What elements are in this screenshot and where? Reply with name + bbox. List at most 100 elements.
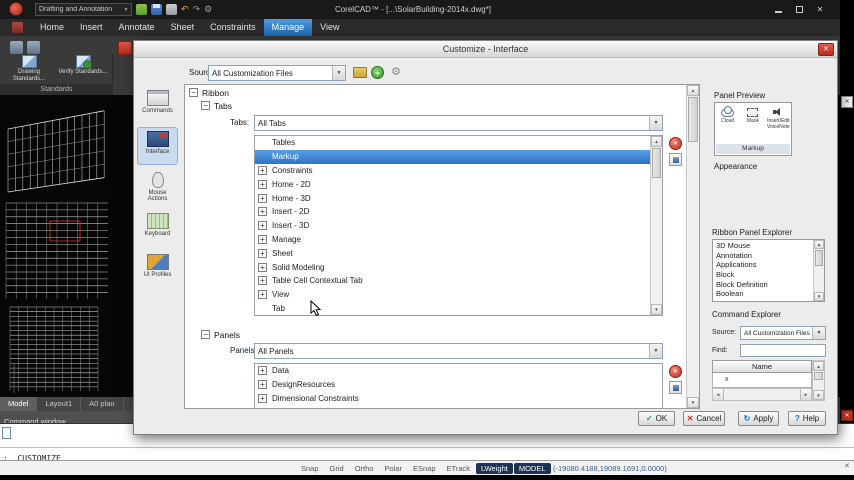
expand-icon[interactable]: +: [258, 179, 267, 189]
command-row[interactable]: x: [725, 376, 729, 383]
edit-panel-button[interactable]: [669, 381, 682, 394]
tab-item-sheet[interactable]: + Sheet: [255, 246, 650, 260]
menu-tab-constraints[interactable]: Constraints: [202, 19, 264, 36]
ce-source-dropdown[interactable]: All Customization Files ▼: [740, 326, 826, 340]
ribbon-tool-icon[interactable]: [10, 41, 23, 54]
expand-icon[interactable]: +: [258, 193, 267, 203]
ribbon-button-verify-standards[interactable]: Verify Standards...: [58, 54, 108, 84]
status-toggle-model[interactable]: MODEL: [513, 463, 551, 474]
panel-item-dimensional-constraints[interactable]: + Dimensional Constraints: [255, 392, 662, 406]
scrollbar-track[interactable]: [724, 389, 800, 400]
scrollbar-thumb[interactable]: [652, 148, 661, 178]
sidebar-item-interface[interactable]: Interface: [137, 127, 178, 165]
redo-icon[interactable]: ↷: [193, 4, 201, 15]
panel-close-icon[interactable]: ✕: [841, 410, 853, 421]
remove-panel-button[interactable]: ✕: [669, 365, 682, 378]
minimize-button[interactable]: [772, 4, 784, 15]
app-menu-icon[interactable]: [12, 22, 23, 33]
command-input[interactable]: : _CUSTOMIZE: [0, 447, 854, 463]
status-toggle-polar[interactable]: Polar: [379, 463, 407, 474]
chevron-down-icon[interactable]: ▼: [649, 116, 662, 130]
tab-item-table-cell-contextual-tab[interactable]: + Table Cell Contextual Tab: [255, 274, 650, 288]
menu-tab-manage[interactable]: Manage: [263, 19, 313, 36]
doc-tab-layout1[interactable]: Layout1: [37, 397, 82, 411]
explorer-item-annotation[interactable]: Annotation: [713, 251, 813, 261]
preview-button-cloud[interactable]: Cloud: [715, 103, 740, 143]
tab-item-home-3d[interactable]: + Home - 3D: [255, 191, 650, 205]
tabs-list-scrollbar[interactable]: ▲ ▼: [650, 136, 662, 315]
save-icon[interactable]: [151, 4, 162, 15]
edit-tab-button[interactable]: [669, 153, 682, 166]
tab-item-manage[interactable]: + Manage: [255, 233, 650, 247]
status-toggle-etrack[interactable]: ETrack: [442, 463, 475, 474]
collapse-icon[interactable]: −: [201, 101, 210, 110]
chevron-down-icon[interactable]: ▼: [649, 344, 662, 358]
tree-node-tabs[interactable]: − Tabs: [201, 100, 232, 111]
explorer-item-applications[interactable]: Applications: [713, 260, 813, 270]
tree-node-panels[interactable]: − Panels: [201, 329, 240, 340]
sidebar-item-commands[interactable]: Commands: [137, 86, 178, 124]
preview-button-insert-edit-voicenote[interactable]: Insert/Edit VoiceNote: [766, 103, 791, 143]
status-toggle-grid[interactable]: Grid: [325, 463, 349, 474]
explorer-item-boolean[interactable]: Boolean: [713, 289, 813, 299]
status-toggle-ortho[interactable]: Ortho: [350, 463, 379, 474]
panel-item-data[interactable]: + Data: [255, 364, 662, 378]
preview-button-mask[interactable]: Mask: [740, 103, 765, 143]
dialog-close-button[interactable]: ✕: [818, 43, 834, 56]
scroll-down-icon[interactable]: ▼: [813, 390, 824, 400]
workspace-selector[interactable]: Drafting and Annotation ▼: [35, 3, 132, 16]
print-icon[interactable]: [166, 4, 177, 15]
expand-icon[interactable]: +: [258, 248, 267, 258]
scrollbar-thumb[interactable]: [688, 97, 698, 142]
tab-item-markup[interactable]: Markup: [255, 149, 650, 164]
doc-tab-a0-plan[interactable]: A0 plan: [81, 397, 124, 411]
close-button[interactable]: ✕: [814, 4, 826, 15]
expand-icon[interactable]: +: [258, 393, 267, 403]
expand-icon[interactable]: +: [258, 207, 267, 217]
interface-ribbon-icon[interactable]: [118, 41, 132, 55]
collapse-icon[interactable]: −: [189, 88, 198, 97]
menu-tab-insert[interactable]: Insert: [72, 19, 111, 36]
menu-tab-view[interactable]: View: [312, 19, 347, 36]
find-input[interactable]: [740, 344, 826, 357]
tab-item-solid-modeling[interactable]: + Solid Modeling: [255, 260, 650, 274]
ribbon-tool-icon[interactable]: [27, 41, 40, 54]
gear-icon[interactable]: ⚙: [391, 66, 401, 79]
expand-icon[interactable]: +: [258, 221, 267, 231]
scroll-up-icon[interactable]: ▲: [687, 85, 699, 96]
scroll-up-icon[interactable]: ▲: [651, 136, 662, 147]
sidebar-item-mouse-actions[interactable]: Mouse Actions: [137, 168, 178, 206]
scroll-right-icon[interactable]: ►: [800, 389, 811, 400]
expand-icon[interactable]: +: [258, 262, 267, 272]
chevron-down-icon[interactable]: ▼: [812, 327, 825, 339]
expand-icon[interactable]: +: [258, 234, 267, 244]
menu-tab-home[interactable]: Home: [32, 19, 72, 36]
apply-button[interactable]: ↻ Apply: [738, 411, 779, 426]
tab-item-home-2d[interactable]: + Home - 2D: [255, 177, 650, 191]
scrollbar-thumb[interactable]: [815, 250, 823, 266]
tabs-filter-dropdown[interactable]: All Tabs ▼: [254, 115, 663, 131]
expand-icon[interactable]: +: [258, 165, 267, 175]
palette-close-icon[interactable]: ✕: [841, 96, 853, 108]
scrollbar-track[interactable]: [687, 96, 699, 397]
scrollbar-track[interactable]: [651, 147, 662, 304]
settings-icon[interactable]: ⚙: [204, 4, 212, 15]
explorer-item-block-definition[interactable]: Block Definition: [713, 280, 813, 290]
explorer-item-block[interactable]: Block: [713, 270, 813, 280]
status-toggle-snap[interactable]: Snap: [296, 463, 324, 474]
open-file-icon[interactable]: [353, 67, 367, 78]
scroll-up-icon[interactable]: ▲: [813, 361, 824, 371]
tab-item-insert-2d[interactable]: + Insert - 2D: [255, 205, 650, 219]
add-file-icon[interactable]: +: [371, 66, 384, 79]
collapse-icon[interactable]: −: [201, 330, 210, 339]
doc-tab-model[interactable]: Model: [0, 397, 38, 411]
scrollbar-thumb[interactable]: [814, 372, 823, 380]
ribbon-button-drawing-standards[interactable]: Drawing Standards...: [4, 54, 54, 84]
sidebar-item-ui-profiles[interactable]: UI Profiles: [137, 250, 178, 288]
main-scrollbar[interactable]: ▲ ▼: [686, 85, 699, 408]
explorer-scrollbar[interactable]: ▲ ▼: [813, 240, 824, 301]
remove-tab-button[interactable]: ✕: [669, 137, 682, 150]
command-table-vscrollbar[interactable]: ▲ ▼: [812, 360, 825, 401]
menu-tab-annotate[interactable]: Annotate: [111, 19, 163, 36]
status-toggle-esnap[interactable]: ESnap: [408, 463, 441, 474]
